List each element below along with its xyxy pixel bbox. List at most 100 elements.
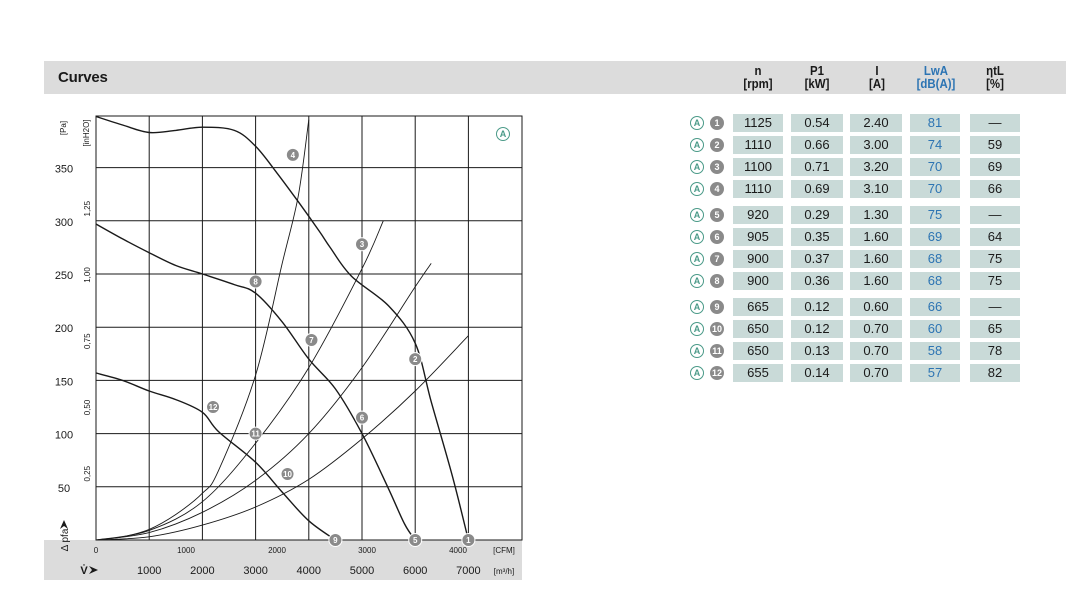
- cell-lwa: 81: [910, 114, 960, 132]
- cell-i: 2.40: [850, 114, 902, 132]
- x-tick-label-cfm: 3000: [358, 546, 376, 555]
- cell-p1: 0.35: [791, 228, 843, 246]
- curve-badge: A: [690, 366, 704, 380]
- point-badge: 11: [710, 344, 724, 358]
- x-tick-label-m3h: 4000: [297, 565, 321, 577]
- y-unit-inh2o: [inH2O]: [82, 119, 91, 146]
- y-tick-label-pa: 200: [55, 323, 73, 335]
- curve-badge: A: [690, 208, 704, 222]
- point-badge: 7: [710, 252, 724, 266]
- cell-lwa: 68: [910, 272, 960, 290]
- table-row: A 11 650 0.13 0.70 58 78: [688, 342, 1028, 360]
- cell-i: 1.60: [850, 272, 902, 290]
- operating-point-label: 5: [413, 536, 418, 545]
- cell-lwa: 66: [910, 298, 960, 316]
- point-badge: 5: [710, 208, 724, 222]
- y-tick-label-pa: 150: [55, 376, 73, 388]
- point-badge: 4: [710, 182, 724, 196]
- cell-eta: 64: [970, 228, 1020, 246]
- x-tick-label-m3h: 7000: [456, 565, 480, 577]
- cell-n: 650: [733, 320, 783, 338]
- cell-eta: —: [970, 114, 1020, 132]
- table-row: A 7 900 0.37 1.60 68 75: [688, 250, 1028, 268]
- table-row: A 1 1125 0.54 2.40 81 —: [688, 114, 1028, 132]
- cell-lwa: 74: [910, 136, 960, 154]
- x-tick-label-m3h: 3000: [243, 565, 267, 577]
- y-tick-label-pa: 250: [55, 270, 73, 282]
- cell-i: 1.30: [850, 206, 902, 224]
- cell-eta: 65: [970, 320, 1020, 338]
- cell-p1: 0.54: [791, 114, 843, 132]
- y-tick-label-pa: 50: [58, 483, 70, 495]
- operating-point-label: 10: [283, 470, 292, 479]
- cell-eta: —: [970, 298, 1020, 316]
- table-row: A 6 905 0.35 1.60 69 64: [688, 228, 1028, 246]
- table-row: A 12 655 0.14 0.70 57 82: [688, 364, 1028, 382]
- point-badge: 3: [710, 160, 724, 174]
- point-badge: 10: [710, 322, 724, 336]
- point-badge: 9: [710, 300, 724, 314]
- cell-p1: 0.29: [791, 206, 843, 224]
- cell-i: 3.10: [850, 180, 902, 198]
- cell-lwa: 68: [910, 250, 960, 268]
- point-badge: 2: [710, 138, 724, 152]
- cell-p1: 0.37: [791, 250, 843, 268]
- curve-badge: A: [690, 160, 704, 174]
- cell-eta: 75: [970, 272, 1020, 290]
- curve-badge: A: [690, 116, 704, 130]
- cell-i: 0.60: [850, 298, 902, 316]
- y-axis-symbol: Δ pfa: [60, 528, 71, 551]
- cell-n: 1125: [733, 114, 783, 132]
- operating-point-label: 6: [360, 414, 365, 423]
- y-tick-label-inh2o: 0,50: [83, 399, 92, 415]
- x-tick-label-m3h: 1000: [137, 565, 161, 577]
- cell-i: 3.20: [850, 158, 902, 176]
- cell-i: 1.60: [850, 228, 902, 246]
- operating-point-label: 9: [333, 536, 338, 545]
- cell-i: 1.60: [850, 250, 902, 268]
- cell-i: 0.70: [850, 364, 902, 382]
- cell-n: 920: [733, 206, 783, 224]
- cell-eta: 66: [970, 180, 1020, 198]
- x-tick-label-cfm: 1000: [177, 546, 195, 555]
- cell-n: 1100: [733, 158, 783, 176]
- operating-point-label: 3: [360, 240, 365, 249]
- cell-lwa: 70: [910, 158, 960, 176]
- y-tick-label-inh2o: 0,25: [83, 465, 92, 481]
- cell-lwa: 58: [910, 342, 960, 360]
- cell-n: 665: [733, 298, 783, 316]
- cell-lwa: 57: [910, 364, 960, 382]
- operating-point-label: 8: [253, 277, 258, 286]
- cell-n: 900: [733, 272, 783, 290]
- y-tick-label-inh2o: 1,00: [83, 267, 92, 283]
- operating-point-label: 2: [413, 355, 418, 364]
- point-badge: 6: [710, 230, 724, 244]
- cell-eta: 59: [970, 136, 1020, 154]
- table-row: A 2 1110 0.66 3.00 74 59: [688, 136, 1028, 154]
- cell-p1: 0.13: [791, 342, 843, 360]
- curve-badge: A: [690, 252, 704, 266]
- cell-i: 3.00: [850, 136, 902, 154]
- cell-n: 900: [733, 250, 783, 268]
- table-row: A 4 1110 0.69 3.10 70 66: [688, 180, 1028, 198]
- x-tick-label-cfm: 4000: [449, 546, 467, 555]
- cell-lwa: 69: [910, 228, 960, 246]
- cell-eta: —: [970, 206, 1020, 224]
- table-row: A 8 900 0.36 1.60 68 75: [688, 272, 1028, 290]
- x-axis-symbol: V̇: [80, 564, 88, 577]
- cell-eta: 75: [970, 250, 1020, 268]
- curve-badge-label: A: [500, 129, 507, 139]
- curve-badge: A: [690, 322, 704, 336]
- curve-badge: A: [690, 274, 704, 288]
- cell-lwa: 70: [910, 180, 960, 198]
- cell-n: 655: [733, 364, 783, 382]
- curve-badge: A: [690, 138, 704, 152]
- cell-p1: 0.66: [791, 136, 843, 154]
- x-tick-label-m3h: 5000: [350, 565, 374, 577]
- y-tick-label-pa: 300: [55, 217, 73, 229]
- table-row: A 9 665 0.12 0.60 66 —: [688, 298, 1028, 316]
- cell-p1: 0.12: [791, 298, 843, 316]
- curve-badge: A: [690, 300, 704, 314]
- x-tick-label-m3h: 6000: [403, 565, 427, 577]
- cell-p1: 0.12: [791, 320, 843, 338]
